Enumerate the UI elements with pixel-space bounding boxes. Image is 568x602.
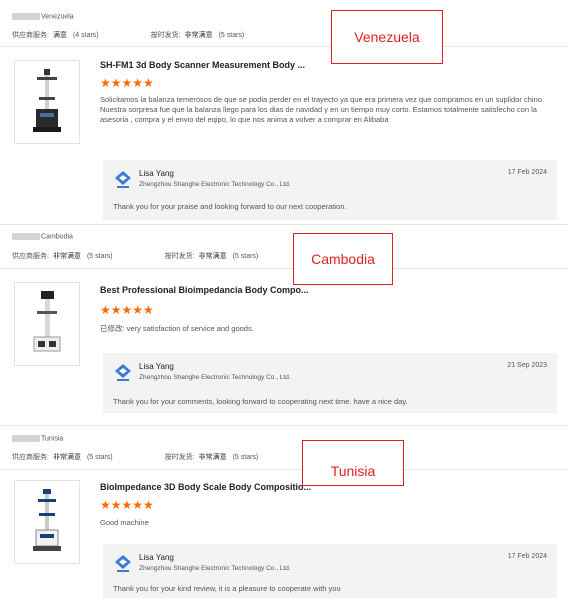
blurred-buyer-name	[12, 13, 40, 20]
supplier-service-value: 满意	[52, 32, 67, 39]
rating-summary: 供应商服务: 非常满意 (5 stars) 按时发货: 非常满意 (5 stars)	[12, 251, 258, 261]
divider	[0, 46, 568, 47]
body-composition-analyzer-image	[33, 291, 61, 352]
buyer-name: Venezuela	[12, 13, 74, 20]
divider	[0, 224, 568, 225]
supplier-service-stars: (5 stars)	[86, 253, 113, 260]
reply-company: Zhengzhou Shanghe Electronic Technology …	[139, 181, 291, 188]
buyer-country: Tunisia	[41, 435, 64, 443]
shipping-label: 按时发货:	[164, 454, 195, 461]
product-title[interactable]: BioImpedance 3D Body Scale Body Composit…	[100, 482, 311, 492]
country-annotation-venezuela: Venezuela	[331, 10, 443, 64]
buyer-name: Tunisia	[12, 435, 63, 442]
supplier-reply: Lisa Yang Zhengzhou Shanghe Electronic T…	[103, 160, 557, 220]
buyer-name: Cambodia	[12, 233, 73, 240]
product-thumbnail[interactable]	[14, 60, 80, 144]
supplier-reply: Lisa Yang Zhengzhou Shanghe Electronic T…	[103, 353, 557, 413]
review-text: 已修改: very satisfaction of service and go…	[100, 324, 254, 333]
supplier-service-label: 供应商服务:	[12, 454, 49, 461]
star-rating: ★★★★★	[100, 498, 154, 512]
reply-date: 17 Feb 2024	[507, 169, 547, 176]
product-title[interactable]: Best Professional Bioimpedancia Body Com…	[100, 285, 309, 295]
supplier-logo-icon	[115, 555, 131, 572]
divider	[0, 268, 568, 269]
shipping-stars: (5 stars)	[232, 253, 259, 260]
reply-text: Thank you for your praise and looking fo…	[113, 202, 347, 211]
reply-author: Lisa Yang	[139, 362, 174, 371]
blurred-buyer-name	[12, 233, 40, 240]
product-thumbnail[interactable]	[14, 282, 80, 366]
reply-author: Lisa Yang	[139, 553, 174, 562]
country-annotation-cambodia: Cambodia	[293, 233, 393, 285]
supplier-service-stars: (4 stars)	[72, 32, 99, 39]
review-text: Good machine	[100, 518, 149, 527]
country-annotation-label: Tunisia	[330, 463, 376, 479]
supplier-logo-icon	[115, 364, 131, 381]
product-thumbnail[interactable]	[14, 480, 80, 564]
supplier-logo-icon	[115, 171, 131, 188]
blurred-buyer-name	[12, 435, 40, 442]
shipping-value: 非常满意	[198, 253, 227, 260]
buyer-country: Venezuela	[41, 13, 74, 21]
rating-summary: 供应商服务: 非常满意 (5 stars) 按时发货: 非常满意 (5 stars)	[12, 452, 258, 462]
shipping-value: 非常满意	[184, 32, 213, 39]
country-annotation-label: Venezuela	[354, 29, 420, 45]
supplier-service-stars: (5 stars)	[86, 454, 113, 461]
reply-company: Zhengzhou Shanghe Electronic Technology …	[139, 374, 291, 381]
shipping-label: 按时发货:	[150, 32, 181, 39]
reply-date: 21 Sep 2023	[507, 362, 547, 369]
country-annotation-tunisia: Tunisia	[302, 440, 404, 486]
supplier-service-label: 供应商服务:	[12, 253, 49, 260]
body-scale-image	[33, 489, 61, 551]
shipping-stars: (5 stars)	[232, 454, 259, 461]
supplier-service-label: 供应商服务:	[12, 32, 49, 39]
shipping-value: 非常满意	[198, 454, 227, 461]
rating-summary: 供应商服务: 满意 (4 stars) 按时发货: 非常满意 (5 stars)	[12, 30, 244, 40]
reply-company: Zhengzhou Shanghe Electronic Technology …	[139, 565, 291, 572]
supplier-reply: Lisa Yang Zhengzhou Shanghe Electronic T…	[103, 544, 557, 598]
reply-author: Lisa Yang	[139, 169, 174, 178]
buyer-country: Cambodia	[41, 233, 73, 241]
divider	[0, 469, 568, 470]
body-scanner-image	[33, 69, 61, 132]
country-annotation-label: Cambodia	[311, 251, 375, 267]
supplier-service-value: 非常满意	[52, 454, 81, 461]
reply-date: 17 Feb 2024	[507, 553, 547, 560]
review-text: Solicitamos la balanza temerosos de que …	[100, 95, 544, 124]
shipping-stars: (5 stars)	[218, 32, 245, 39]
shipping-label: 按时发货:	[164, 253, 195, 260]
star-rating: ★★★★★	[100, 76, 154, 90]
reply-text: Thank you for your comments, looking for…	[113, 397, 408, 406]
product-title[interactable]: SH-FM1 3d Body Scanner Measurement Body …	[100, 60, 305, 70]
divider	[0, 425, 568, 426]
star-rating: ★★★★★	[100, 303, 154, 317]
supplier-service-value: 非常满意	[52, 253, 81, 260]
reply-text: Thank you for your kind review, it is a …	[113, 584, 341, 593]
